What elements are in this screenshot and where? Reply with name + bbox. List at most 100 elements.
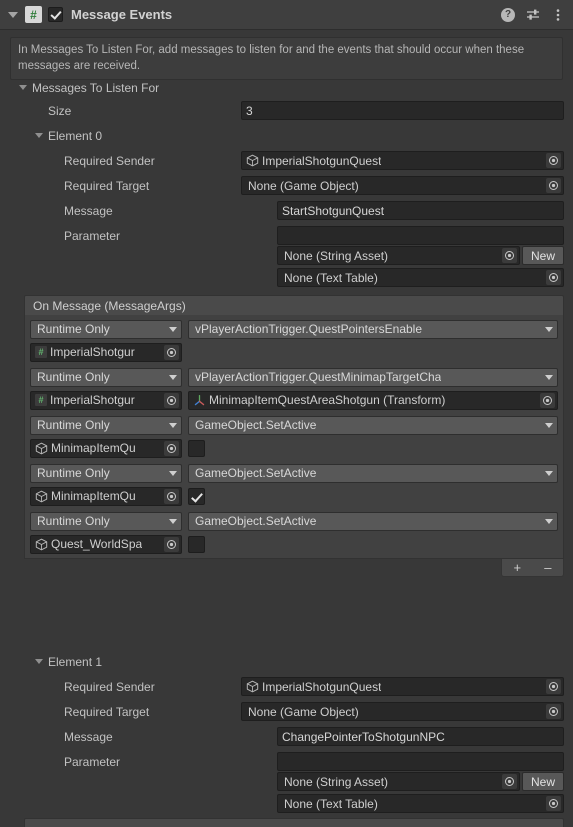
unity-inspector-message-events: Message Events xyxy=(0,0,573,827)
element-0-required-sender-field-wrap: ImperialShotgunQuest xyxy=(241,151,564,170)
event-4-bool-argument-checkbox[interactable] xyxy=(188,535,205,553)
event-1-callstate-dropdown[interactable]: Runtime Only xyxy=(30,367,182,387)
element-0-parameter-field-wrap xyxy=(277,226,564,245)
kebab-menu-icon[interactable] xyxy=(551,8,565,22)
event-4-function-value: GameObject.SetActive xyxy=(195,514,317,528)
messages-foldout-arrow[interactable] xyxy=(16,81,29,94)
event-4-callstate-dropdown[interactable]: Runtime Only xyxy=(30,511,182,531)
event-4-function-dropdown[interactable]: GameObject.SetActive xyxy=(188,511,558,531)
element-0-message-input[interactable]: StartShotgunQuest xyxy=(277,201,564,220)
element-1-message-input[interactable]: ChangePointerToShotgunNPC xyxy=(277,727,564,746)
element-1-label: Element 1 xyxy=(48,654,103,669)
element-0-unityevent-title: On Message (MessageArgs) xyxy=(24,295,564,315)
element-0-text-table-picker[interactable] xyxy=(546,270,561,285)
event-1-function-dropdown[interactable]: vPlayerActionTrigger.QuestMinimapTargetC… xyxy=(188,367,558,387)
element-0-unityevent-list: Runtime Only vPlayerActionTrigger.QuestP… xyxy=(24,315,564,559)
element-1-text-table-picker[interactable] xyxy=(546,796,561,811)
chevron-down-icon xyxy=(169,326,177,332)
event-1-argument-value: MinimapItemQuestAreaShotgun (Transform) xyxy=(209,393,446,407)
element-0-text-table-field[interactable]: None (Text Table) xyxy=(277,268,564,287)
event-4-target-object-value: Quest_WorldSpa xyxy=(51,537,143,551)
event-2-bool-argument-checkbox[interactable] xyxy=(188,439,205,457)
event-4-target-object-picker[interactable] xyxy=(164,536,179,552)
cube-icon xyxy=(246,154,259,167)
event-3-target-object-picker[interactable] xyxy=(164,488,179,504)
array-size-input[interactable]: 3 xyxy=(241,101,564,120)
element-1-string-asset-new-button[interactable]: New xyxy=(522,772,564,791)
element-0-string-asset-field[interactable]: None (String Asset) xyxy=(277,246,520,265)
chevron-down-icon xyxy=(545,470,553,476)
element-0-foldout-arrow[interactable] xyxy=(32,129,45,142)
event-0-function-dropdown[interactable]: vPlayerActionTrigger.QuestPointersEnable xyxy=(188,319,558,339)
event-0-target-object-picker[interactable] xyxy=(164,344,179,360)
preset-settings-icon[interactable] xyxy=(526,8,540,22)
chevron-down-icon xyxy=(545,374,553,380)
element-0-required-sender-picker[interactable] xyxy=(546,153,561,168)
element-1-foldout-arrow[interactable] xyxy=(32,655,45,668)
help-icon[interactable] xyxy=(501,7,515,22)
element-1-required-target-picker[interactable] xyxy=(546,704,561,719)
element-1-required-sender-field[interactable]: ImperialShotgunQuest xyxy=(241,677,564,696)
element-1-string-asset-value: None (String Asset) xyxy=(284,774,389,789)
event-entry: Runtime Only GameObject.SetActive xyxy=(30,415,558,458)
element-0-string-asset-new-button[interactable]: New xyxy=(522,246,564,265)
event-1-argument-field[interactable]: MinimapItemQuestAreaShotgun (Transform) xyxy=(188,390,558,410)
csharp-script-icon xyxy=(25,6,42,23)
element-0-required-target-row: Required Target None (Game Object) xyxy=(0,173,573,198)
event-1-target-object-field[interactable]: ImperialShotgur xyxy=(30,390,182,410)
element-1-text-table-value: None (Text Table) xyxy=(284,796,378,811)
chevron-down-icon xyxy=(545,326,553,332)
element-1-string-asset-field[interactable]: None (String Asset) xyxy=(277,772,520,791)
cube-icon xyxy=(35,538,48,550)
element-0-parameter-input[interactable] xyxy=(277,226,564,245)
element-1-parameter-input[interactable] xyxy=(277,752,564,771)
element-1-required-target-value: None (Game Object) xyxy=(248,704,359,719)
element-1-required-sender-picker[interactable] xyxy=(546,679,561,694)
add-event-button[interactable]: + xyxy=(508,561,528,574)
event-3-target-object-field[interactable]: MinimapItemQu xyxy=(30,486,182,506)
event-2-target-object-field[interactable]: MinimapItemQu xyxy=(30,438,182,458)
element-1-foldout[interactable]: Element 1 xyxy=(0,649,573,674)
element-0-required-target-picker[interactable] xyxy=(546,178,561,193)
element-0-label: Element 0 xyxy=(48,128,103,143)
element-1-parameter-row: Parameter xyxy=(0,749,573,774)
event-1-argument-picker[interactable] xyxy=(540,392,555,408)
event-0-target-object-value: ImperialShotgur xyxy=(50,345,135,359)
event-2-callstate-dropdown[interactable]: Runtime Only xyxy=(30,415,182,435)
element-0-parameter-row: Parameter xyxy=(0,223,573,248)
event-0-target-object-field[interactable]: ImperialShotgur xyxy=(30,342,182,362)
element-1-string-asset-row: None (String Asset) New xyxy=(277,772,564,791)
messages-to-listen-for-foldout[interactable]: Messages To Listen For xyxy=(0,75,573,100)
event-3-callstate-dropdown[interactable]: Runtime Only xyxy=(30,463,182,483)
event-add-remove-buttons[interactable]: + – xyxy=(501,559,564,577)
element-1-string-asset-picker[interactable] xyxy=(502,774,517,789)
required-target-label: Required Target xyxy=(64,178,150,193)
event-4-target-object-field[interactable]: Quest_WorldSpa xyxy=(30,534,182,554)
element-0-text-table-value: None (Text Table) xyxy=(284,270,378,285)
event-1-target-object-picker[interactable] xyxy=(164,392,179,408)
element-0-required-sender-value: ImperialShotgunQuest xyxy=(262,153,382,168)
element-0-foldout[interactable]: Element 0 xyxy=(0,123,573,148)
script-icon xyxy=(35,394,47,406)
element-0-required-target-value: None (Game Object) xyxy=(248,178,359,193)
array-size-label: Size xyxy=(48,103,72,118)
element-0-required-sender-field[interactable]: ImperialShotgunQuest xyxy=(241,151,564,170)
element-1-required-sender-field-wrap: ImperialShotgunQuest xyxy=(241,677,564,696)
event-3-function-value: GameObject.SetActive xyxy=(195,466,317,480)
event-2-target-object-picker[interactable] xyxy=(164,440,179,456)
element-1-text-table-field[interactable]: None (Text Table) xyxy=(277,794,564,813)
element-0-required-target-field[interactable]: None (Game Object) xyxy=(241,176,564,195)
component-enabled-checkbox[interactable] xyxy=(48,7,63,22)
event-3-function-dropdown[interactable]: GameObject.SetActive xyxy=(188,463,558,483)
event-3-bool-argument-checkbox[interactable] xyxy=(188,487,205,505)
element-1-required-target-field[interactable]: None (Game Object) xyxy=(241,702,564,721)
component-foldout-arrow[interactable] xyxy=(6,8,19,21)
component-header[interactable]: Message Events xyxy=(0,0,573,30)
event-2-function-dropdown[interactable]: GameObject.SetActive xyxy=(188,415,558,435)
event-entry: Runtime Only GameObject.SetActive xyxy=(30,463,558,506)
element-0-string-asset-picker[interactable] xyxy=(502,248,517,263)
remove-event-button[interactable]: – xyxy=(538,561,557,574)
chevron-down-icon xyxy=(169,518,177,524)
messages-to-listen-for-label: Messages To Listen For xyxy=(32,80,160,95)
event-0-callstate-dropdown[interactable]: Runtime Only xyxy=(30,319,182,339)
